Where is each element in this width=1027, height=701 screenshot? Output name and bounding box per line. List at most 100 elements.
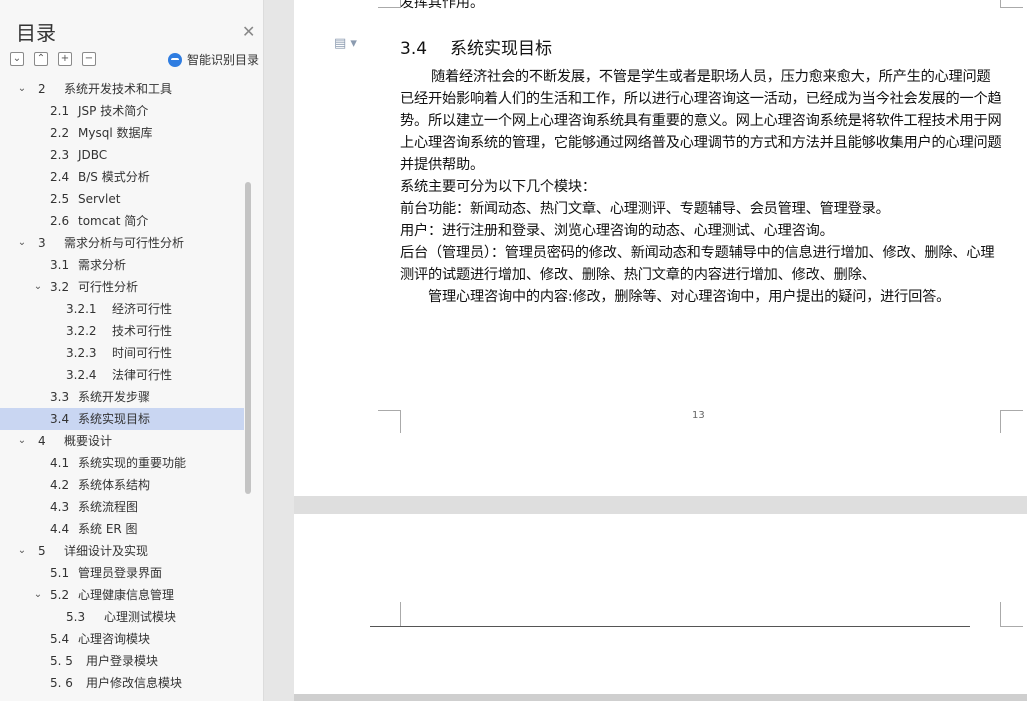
toc-item-number: 2.3 (50, 148, 70, 162)
toc-item[interactable]: ⌄ 3 需求分析与可行性分析 (0, 232, 244, 254)
toc-item[interactable]: ⌄ 2 系统开发技术和工具 (0, 78, 244, 100)
toc-item-number: 5.4 (50, 632, 70, 646)
chevron-down-icon[interactable]: ⌄ (16, 430, 28, 452)
toc-item[interactable]: 3.2.1 经济可行性 (0, 298, 244, 320)
toc-item-number: 4.3 (50, 500, 70, 514)
toc-item-number: 4 (38, 434, 46, 448)
toc-item[interactable]: 4.3 系统流程图 (0, 496, 244, 518)
toc-item-number: 3.2 (50, 280, 70, 294)
toc-item-label: 用户修改信息模块 (86, 676, 183, 690)
paragraph-frontend: 前台功能：新闻动态、热门文章、心理测评、专题辅导、会员管理、管理登录。 (400, 201, 890, 217)
toc-tree: ⌄ 2 系统开发技术和工具 2.1 JSP 技术简介 2.2 Mysql 数据库 2.3 JDB… (0, 78, 250, 701)
paragraph-modules: 系统主要可分为以下几个模块： (400, 179, 596, 195)
toc-item[interactable]: ⌄ 5 详细设计及实现 (0, 540, 244, 562)
toc-item[interactable]: 5.1 管理员登录界面 (0, 562, 244, 584)
toc-item[interactable]: 4.1 系统实现的重要功能 (0, 452, 244, 474)
toc-item-number: 2.2 (50, 126, 70, 140)
page-number: 13 (692, 410, 705, 421)
close-icon[interactable]: ✕ (242, 24, 255, 40)
toc-item-number: 4.4 (50, 522, 70, 536)
toc-item-label: 需求分析 (78, 258, 127, 272)
toc-item-number: 2.1 (50, 104, 70, 118)
document-page: 发挥其作用。 ▤ ▾ 3.4 系统实现目标 随着经济社会的不断发展，不管是学生或者… (294, 0, 1027, 496)
add-heading-icon[interactable]: + (58, 52, 72, 66)
remove-heading-icon[interactable]: − (82, 52, 96, 66)
toc-item-label: 概要设计 (64, 434, 113, 448)
toc-item[interactable]: 3.4 系统实现目标 (0, 408, 244, 430)
toc-item-number: 3.4 (50, 412, 70, 426)
toc-item-number: 3.2.3 (66, 346, 97, 360)
toc-item[interactable]: 3.2.4 法律可行性 (0, 364, 244, 386)
header-rule (370, 626, 970, 627)
smart-toc-label: 智能识别目录 (187, 53, 260, 67)
toc-item-number: 3.2.2 (66, 324, 97, 338)
toc-item-label: 用户登录模块 (86, 654, 159, 668)
toc-item-number: 2.5 (50, 192, 70, 206)
toc-item[interactable]: 2.1 JSP 技术简介 (0, 100, 244, 122)
toc-item-label: 系统流程图 (78, 500, 139, 514)
toc-item[interactable]: 2.5 Servlet (0, 188, 244, 210)
toc-item-number: 5 (38, 544, 46, 558)
toc-item-label: 心理健康信息管理 (78, 588, 175, 602)
chevron-down-icon[interactable]: ⌄ (32, 584, 44, 606)
toc-item[interactable]: 4.2 系统体系结构 (0, 474, 244, 496)
collapse-all-icon[interactable]: ⌃ (34, 52, 48, 66)
toc-item[interactable]: 4.4 系统 ER 图 (0, 518, 244, 540)
paragraph-user: 用户：进行注册和登录、浏览心理咨询的动态、心理测试、心理咨询。 (400, 223, 834, 239)
expand-all-icon[interactable]: ⌄ (10, 52, 24, 66)
smart-toc-button[interactable]: 智能识别目录 (168, 52, 259, 68)
section-title: 系统实现目标 (450, 39, 552, 59)
horizontal-scrollbar[interactable] (294, 694, 1027, 701)
toc-item[interactable]: 2.4 B/S 模式分析 (0, 166, 244, 188)
chevron-down-icon[interactable]: ⌄ (32, 276, 44, 298)
toc-item[interactable]: 3.3 系统开发步骤 (0, 386, 244, 408)
toc-item[interactable]: 5.4 心理咨询模块 (0, 628, 244, 650)
toc-item-label: 系统开发步骤 (78, 390, 151, 404)
chevron-down-icon[interactable]: ⌄ (16, 78, 28, 100)
sidebar-scrollbar[interactable] (245, 182, 251, 494)
toc-item[interactable]: ⌄ 4 概要设计 (0, 430, 244, 452)
toc-item[interactable]: ⌄ 5.2 心理健康信息管理 (0, 584, 244, 606)
toc-item-number: 2.6 (50, 214, 70, 228)
toc-item-label: 系统 ER 图 (78, 522, 138, 536)
previous-line-text: 发挥其作用。 (400, 0, 484, 11)
toc-item-number: 5. 6 (50, 676, 73, 690)
margin-corner-mark (1000, 410, 1023, 433)
toc-item-label: 法律可行性 (112, 368, 173, 382)
toc-item[interactable]: 2.3 JDBC (0, 144, 244, 166)
toc-item[interactable]: 5. 5 用户登录模块 (0, 650, 244, 672)
toc-item-label: B/S 模式分析 (78, 170, 150, 184)
paragraph-manage: 管理心理咨询中的内容:修改，删除等、对心理咨询中，用户提出的疑问，进行回答。 (428, 289, 951, 305)
toc-item[interactable]: 3.2.3 时间可行性 (0, 342, 244, 364)
chevron-down-icon[interactable]: ⌄ (16, 540, 28, 562)
toc-item-label: 技术可行性 (112, 324, 173, 338)
toc-item[interactable]: 5. 6 用户修改信息模块 (0, 672, 244, 694)
page-menu-icon[interactable]: ▤ ▾ (334, 36, 357, 51)
toc-item-label: 系统实现的重要功能 (78, 456, 187, 470)
margin-corner-mark (378, 410, 401, 433)
margin-corner-mark (1000, 0, 1023, 8)
toc-item[interactable]: ⌄ 3.2 可行性分析 (0, 276, 244, 298)
chevron-down-icon[interactable]: ⌄ (16, 232, 28, 254)
toc-sidebar: 目录 ✕ ⌄ ⌃ + − 智能识别目录 ⌄ 2 系统开发技术和工具 2.1 JSP 技术… (0, 0, 264, 701)
toc-item[interactable]: 3.1 需求分析 (0, 254, 244, 276)
margin-corner-mark (1000, 602, 1023, 627)
toc-item-label: tomcat 简介 (78, 214, 149, 228)
toc-item-label: 可行性分析 (78, 280, 139, 294)
toc-item-number: 5. 5 (50, 654, 73, 668)
toc-item-label: 需求分析与可行性分析 (64, 236, 185, 250)
toc-item[interactable]: 5.3 心理测试模块 (0, 606, 244, 628)
toc-item-label: 心理测试模块 (104, 610, 177, 624)
toc-item[interactable]: 3.2.2 技术可行性 (0, 320, 244, 342)
section-heading: 3.4 系统实现目标 (400, 34, 552, 59)
toc-item-number: 3.3 (50, 390, 70, 404)
toc-item[interactable]: 2.2 Mysql 数据库 (0, 122, 244, 144)
toc-item-number: 5.3 (66, 610, 86, 624)
margin-corner-mark (378, 0, 401, 8)
toc-item-label: 系统体系结构 (78, 478, 151, 492)
toc-item-label: Mysql 数据库 (78, 126, 153, 140)
toc-item-number: 3.2.1 (66, 302, 97, 316)
section-body: 随着经济社会的不断发展，不管是学生或者是职场人员，压力愈来愈大，所产生的心理问题… (400, 66, 1004, 308)
toc-item[interactable]: 2.6 tomcat 简介 (0, 210, 244, 232)
toc-item-number: 5.1 (50, 566, 70, 580)
